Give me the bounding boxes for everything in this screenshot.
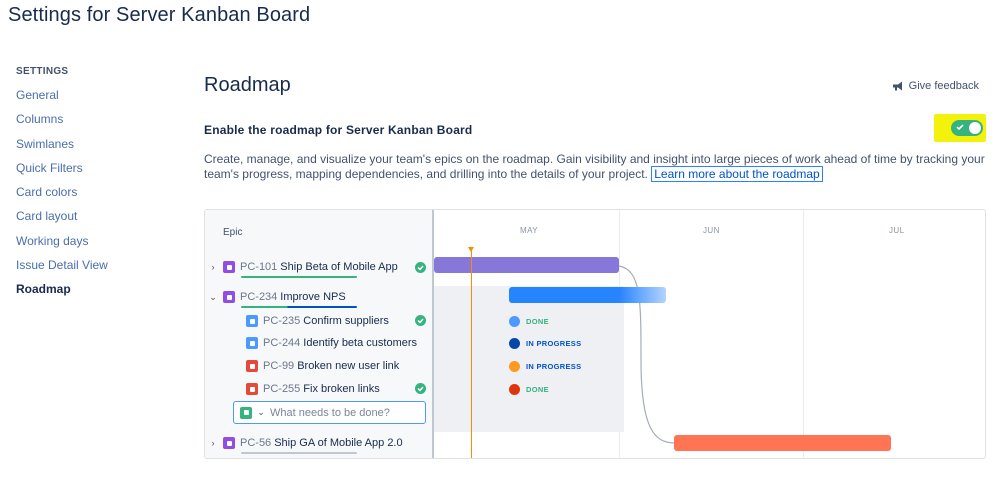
- sidebar-item-issue-detail-view[interactable]: Issue Detail View: [16, 256, 176, 280]
- enable-roadmap-toggle[interactable]: [951, 120, 983, 136]
- chevron-right-icon[interactable]: ›: [208, 438, 218, 448]
- status-label: DONE: [526, 385, 549, 394]
- issue-summary: Confirm suppliers: [303, 315, 389, 327]
- check-icon: [956, 124, 964, 131]
- status-label: IN PROGRESS: [526, 362, 582, 371]
- issue-row-pc-99[interactable]: PC-99 Broken new user link: [205, 355, 434, 377]
- issue-key: PC-56: [240, 437, 272, 449]
- create-issue-input[interactable]: ⌄ What needs to be done?: [233, 401, 426, 424]
- section-title: Roadmap: [204, 74, 291, 96]
- issue-summary: Fix broken links: [303, 383, 380, 395]
- sidebar-item-card-colors[interactable]: Card colors: [16, 183, 176, 207]
- epic-bar-pc-234[interactable]: [509, 287, 666, 303]
- issue-summary: Broken new user link: [297, 360, 400, 372]
- chevron-down-icon[interactable]: ⌄: [256, 407, 266, 418]
- avatar: [509, 361, 520, 372]
- settings-sidebar: SETTINGS General Columns Swimlanes Quick…: [16, 66, 176, 305]
- done-check-icon: [415, 315, 426, 326]
- status-done: DONE: [509, 316, 549, 327]
- enable-roadmap-label: Enable the roadmap for Server Kanban Boa…: [204, 123, 473, 137]
- chevron-right-icon[interactable]: ›: [208, 262, 218, 272]
- avatar: [509, 316, 520, 327]
- issue-row-pc-244[interactable]: PC-244 Identify beta customers: [205, 332, 434, 354]
- sidebar-heading: SETTINGS: [16, 66, 69, 77]
- epic-bar-pc-101[interactable]: [434, 257, 619, 273]
- give-feedback-button[interactable]: Give feedback: [892, 80, 979, 92]
- sidebar-item-roadmap[interactable]: Roadmap: [16, 280, 176, 304]
- today-marker: [468, 247, 474, 252]
- done-check-icon: [415, 383, 426, 394]
- issue-key: PC-244: [263, 337, 301, 349]
- roadmap-preview: Epic MAY JUN JUL › PC-101 Ship Beta of M…: [204, 209, 986, 459]
- sidebar-item-columns[interactable]: Columns: [16, 110, 176, 134]
- status-done: DONE: [509, 384, 549, 395]
- status-label: DONE: [526, 317, 549, 326]
- chevron-down-icon[interactable]: ⌄: [208, 292, 218, 303]
- sidebar-item-card-layout[interactable]: Card layout: [16, 207, 176, 231]
- create-issue-placeholder: What needs to be done?: [270, 406, 390, 419]
- issue-key: PC-235: [263, 315, 301, 327]
- avatar: [509, 384, 520, 395]
- epic-icon: [223, 261, 235, 273]
- epic-row-pc-56[interactable]: › PC-56 Ship GA of Mobile App 2.0: [205, 432, 434, 454]
- epic-bar-pc-56[interactable]: [674, 435, 891, 451]
- description-text: Create, manage, and visualize your team'…: [204, 152, 985, 181]
- epic-row-pc-234[interactable]: ⌄ PC-234 Improve NPS: [205, 286, 434, 308]
- epic-icon: [223, 437, 235, 449]
- issue-key: PC-99: [263, 360, 295, 372]
- page-title: Settings for Server Kanban Board: [8, 4, 311, 26]
- sidebar-item-general[interactable]: General: [16, 86, 176, 110]
- bug-icon: [246, 360, 258, 372]
- status-in-progress: IN PROGRESS: [509, 338, 581, 349]
- progress-underline: [241, 276, 357, 278]
- issue-key: PC-101: [240, 261, 278, 273]
- learn-more-link[interactable]: Learn more about the roadmap: [651, 166, 823, 182]
- issue-row-pc-255[interactable]: PC-255 Fix broken links: [205, 378, 434, 400]
- today-marker-line: [471, 250, 472, 458]
- sidebar-item-working-days[interactable]: Working days: [16, 232, 176, 256]
- issue-summary: Ship Beta of Mobile App: [280, 261, 398, 273]
- roadmap-description: Create, manage, and visualize your team'…: [204, 152, 989, 182]
- status-label: IN PROGRESS: [526, 339, 582, 348]
- issue-key: PC-255: [263, 383, 301, 395]
- issue-summary: Improve NPS: [280, 291, 346, 303]
- issue-summary: Ship GA of Mobile App 2.0: [274, 437, 403, 449]
- task-icon: [246, 337, 258, 349]
- issue-key: PC-234: [240, 291, 278, 303]
- issue-summary: Identify beta customers: [303, 337, 418, 349]
- story-icon: [240, 406, 252, 419]
- epic-row-pc-101[interactable]: › PC-101 Ship Beta of Mobile App: [205, 256, 434, 278]
- megaphone-icon: [892, 81, 902, 91]
- progress-underline: [241, 306, 357, 308]
- done-check-icon: [415, 262, 426, 273]
- progress-underline: [241, 452, 357, 454]
- issue-row-pc-235[interactable]: PC-235 Confirm suppliers: [205, 310, 434, 332]
- status-in-progress: IN PROGRESS: [509, 361, 581, 372]
- give-feedback-label: Give feedback: [908, 80, 979, 92]
- sidebar-item-swimlanes[interactable]: Swimlanes: [16, 135, 176, 159]
- sidebar-item-quick-filters[interactable]: Quick Filters: [16, 159, 176, 183]
- bug-icon: [246, 383, 258, 395]
- task-icon: [246, 315, 258, 327]
- toggle-knob: [969, 122, 981, 134]
- epic-icon: [223, 291, 235, 303]
- avatar: [509, 338, 520, 349]
